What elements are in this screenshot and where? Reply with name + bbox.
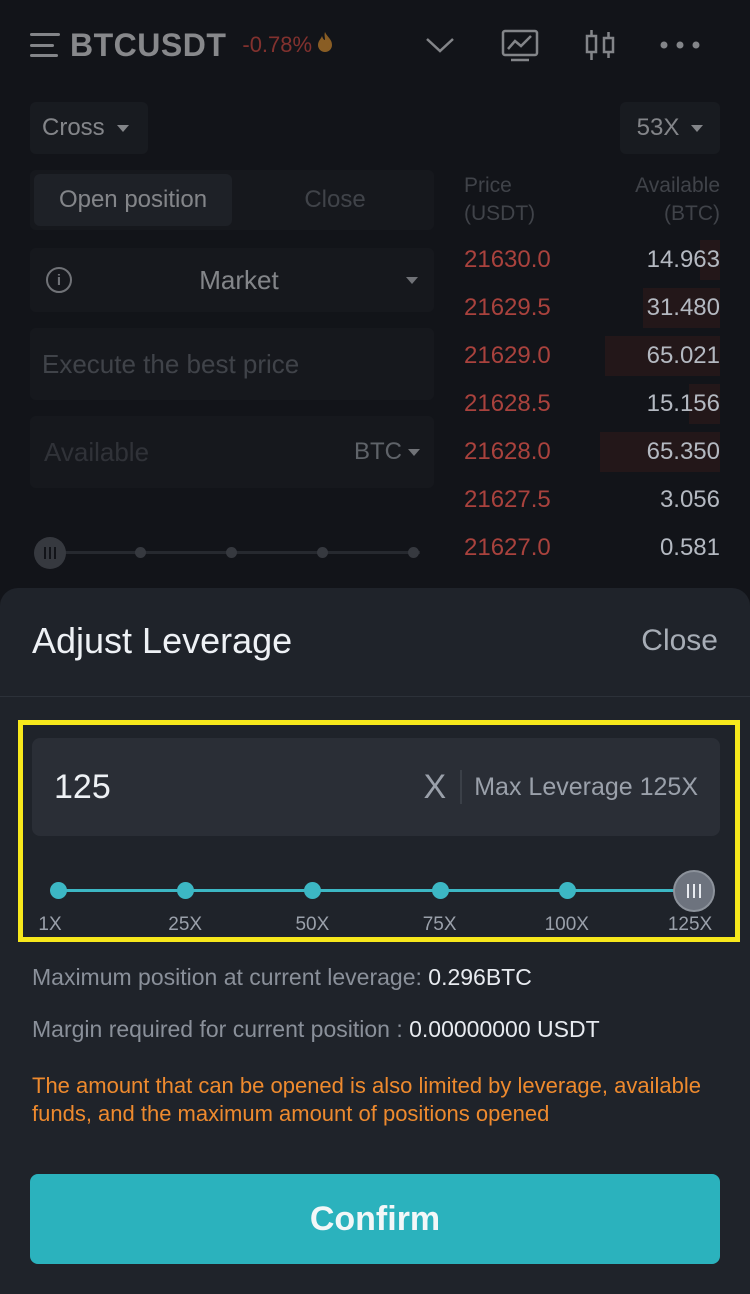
orderbook-amount: 15.156 [646,390,720,417]
orderbook-amount: 14.963 [646,246,720,273]
margin-label: Margin required for current position : [32,1016,403,1042]
overlay-dim[interactable] [0,0,750,600]
margin-required-line: Margin required for current position : 0… [32,1016,600,1043]
orderbook-price: 21627.5 [464,486,551,513]
margin-value: 0.00000000 USDT [409,1016,600,1042]
orderbook-price: 21629.0 [464,342,551,369]
orderbook-amount: 31.480 [646,294,720,321]
orderbook-price: 21630.0 [464,246,551,273]
max-position-label: Maximum position at current leverage: [32,964,422,990]
orderbook-amount: 3.056 [659,486,720,513]
orderbook-price: 21629.5 [464,294,551,321]
leverage-warning: The amount that can be opened is also li… [32,1073,701,1126]
orderbook-amount: 65.350 [646,438,720,465]
max-position-value: 0.296BTC [428,964,532,990]
divider [0,696,750,697]
highlight-box [18,720,740,942]
sheet-title: Adjust Leverage [32,620,293,661]
max-position-line: Maximum position at current leverage: 0.… [32,964,532,991]
close-button[interactable]: Close [641,624,718,658]
orderbook-price: 21628.0 [464,438,551,465]
orderbook-amount: 0.581 [659,534,720,561]
confirm-button[interactable]: Confirm [30,1174,720,1264]
orderbook-price: 21627.0 [464,534,551,561]
orderbook-amount: 65.021 [646,342,720,369]
adjust-leverage-sheet: Adjust Leverage Close 125 X Max Leverage… [0,588,750,1294]
orderbook-price: 21628.5 [464,390,551,417]
